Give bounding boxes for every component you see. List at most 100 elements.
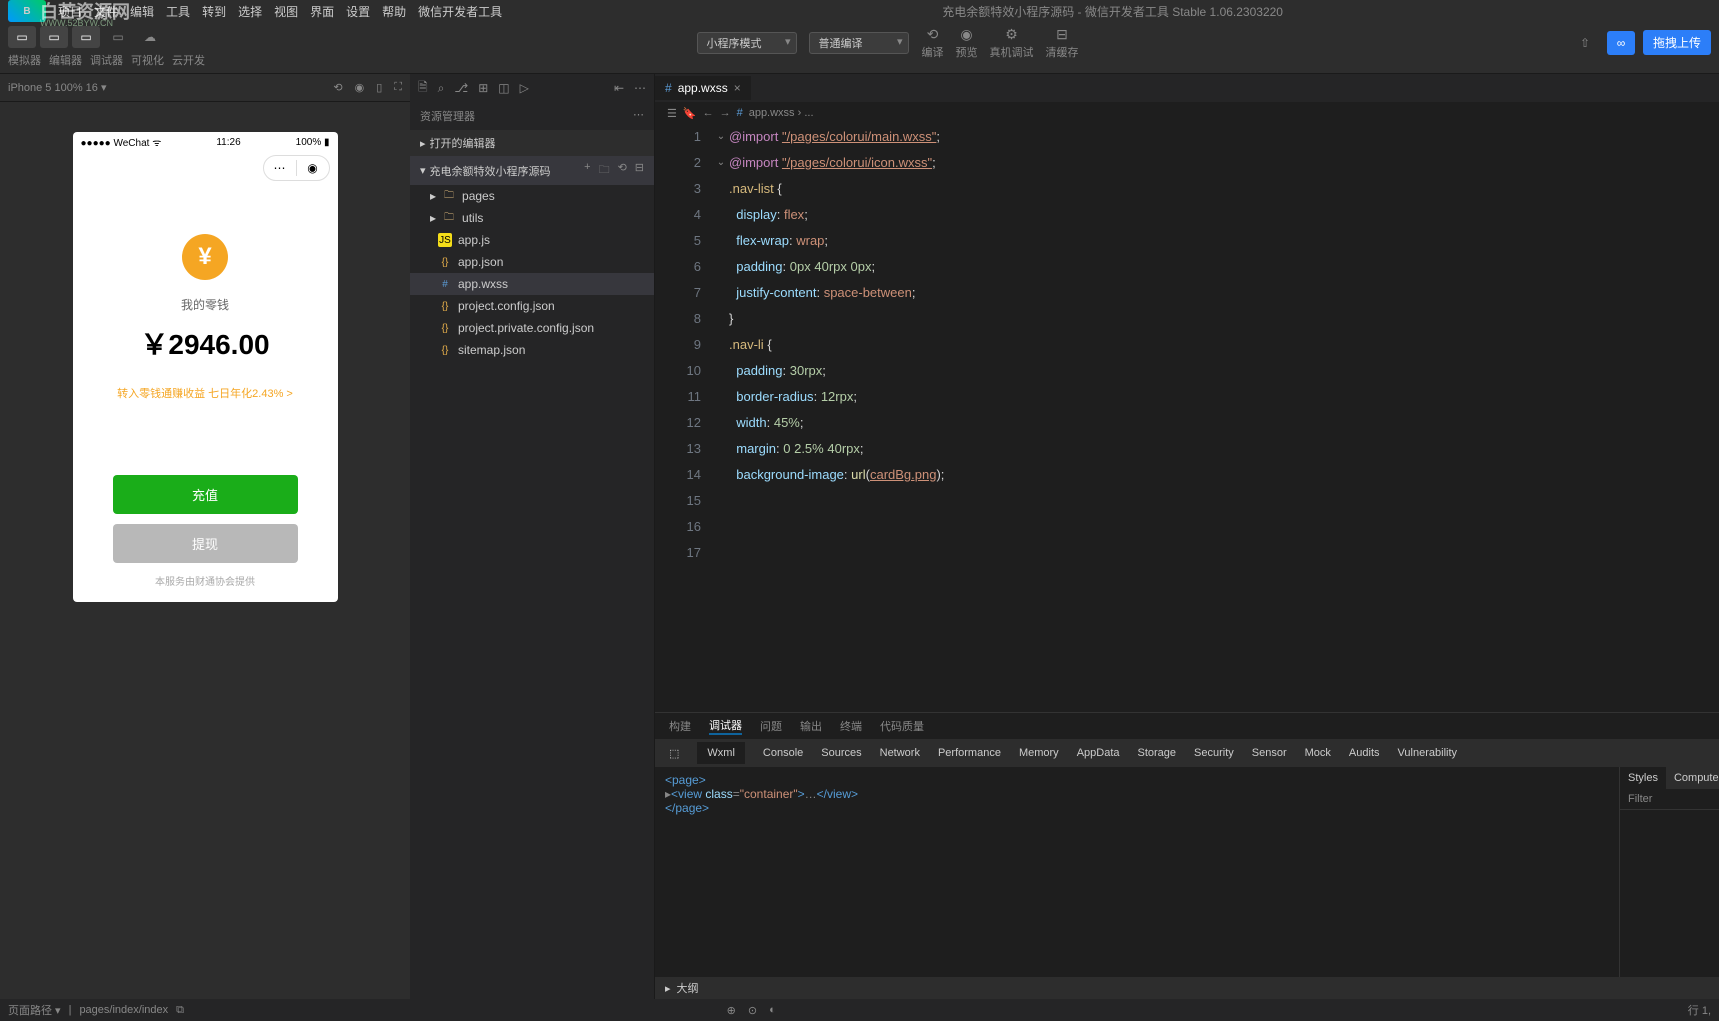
menu-文件[interactable]: 文件 bbox=[94, 3, 118, 20]
devtools-tab-Storage[interactable]: Storage bbox=[1138, 747, 1177, 759]
explorer-branch-icon[interactable]: ⎇ bbox=[454, 81, 468, 95]
explorer-collapse-icon[interactable]: ⇤ bbox=[614, 81, 624, 95]
debug-tab-调试器[interactable]: 调试器 bbox=[709, 717, 742, 735]
page-path-label[interactable]: 页面路径 ▾ bbox=[8, 1002, 61, 1018]
explorer-debug-icon[interactable]: ▷ bbox=[520, 81, 529, 95]
copy-path-icon[interactable]: ⧉ bbox=[176, 1004, 184, 1017]
tree-item-project.config.json[interactable]: {}project.config.json bbox=[410, 295, 654, 317]
menu-转到[interactable]: 转到 bbox=[202, 3, 226, 20]
devtools-tab-Audits[interactable]: Audits bbox=[1349, 747, 1380, 759]
cloud-icon[interactable]: ∞ bbox=[1607, 31, 1635, 55]
capsule-more-icon[interactable]: ⋯ bbox=[264, 161, 296, 175]
devtools-tab-AppData[interactable]: AppData bbox=[1077, 747, 1120, 759]
new-file-icon[interactable]: + bbox=[584, 161, 590, 180]
devtools-tab-Performance[interactable]: Performance bbox=[938, 747, 1001, 759]
recharge-button[interactable]: 充值 bbox=[113, 475, 298, 514]
sim-expand-icon[interactable]: ⛶ bbox=[394, 81, 402, 94]
cloud-dev-toggle[interactable]: ☁ bbox=[136, 26, 164, 48]
status-icon-1[interactable]: ⊕ bbox=[727, 1004, 736, 1017]
collapse-all-icon[interactable]: ⊟ bbox=[635, 161, 644, 180]
explorer-ext-icon[interactable]: ⊞ bbox=[478, 81, 488, 95]
menu-设置[interactable]: 设置 bbox=[346, 3, 370, 20]
menu-项目[interactable]: 项目 bbox=[58, 3, 82, 20]
code-editor[interactable]: @import "/pages/colorui/main.wxss";@impo… bbox=[729, 124, 1719, 712]
devtools-tab-Network[interactable]: Network bbox=[880, 747, 920, 759]
compile-button[interactable]: ⟲编译 bbox=[921, 26, 943, 60]
open-editors-section[interactable]: ▸打开的编辑器 bbox=[410, 130, 654, 156]
tree-item-utils[interactable]: ▸🗀utils bbox=[410, 207, 654, 229]
capsule-menu[interactable]: ⋯ ◉ bbox=[263, 155, 330, 181]
outline-bar[interactable]: ▸大纲 bbox=[655, 977, 1719, 999]
debug-tab-问题[interactable]: 问题 bbox=[760, 718, 782, 734]
new-folder-icon[interactable]: 🗀 bbox=[599, 161, 610, 180]
explorer-db-icon[interactable]: ◫ bbox=[498, 81, 509, 95]
tree-item-pages[interactable]: ▸🗀pages bbox=[410, 185, 654, 207]
tree-item-app.json[interactable]: {}app.json bbox=[410, 251, 654, 273]
compile-select[interactable]: 普通编译 bbox=[809, 32, 909, 54]
sim-refresh-icon[interactable]: ⟲ bbox=[333, 81, 342, 94]
styles-tab[interactable]: Styles bbox=[1620, 767, 1666, 789]
status-icon-2[interactable]: ⊙ bbox=[748, 1004, 757, 1017]
sim-record-icon[interactable]: ◉ bbox=[355, 81, 365, 94]
clear-cache-button[interactable]: ⊟清缓存 bbox=[1045, 26, 1078, 60]
toggle-panel-icon[interactable]: ☰ bbox=[667, 107, 677, 120]
devtools-tab-Mock[interactable]: Mock bbox=[1305, 747, 1331, 759]
devtools-tab-Console[interactable]: Console bbox=[763, 747, 803, 759]
device-selector[interactable]: iPhone 5 100% 16 ▾ bbox=[8, 81, 106, 94]
debug-tab-输出[interactable]: 输出 bbox=[800, 718, 822, 734]
explorer-search-icon[interactable]: ⌕ bbox=[438, 81, 445, 96]
tree-item-app.wxss[interactable]: #app.wxss bbox=[410, 273, 654, 295]
menu-视图[interactable]: 视图 bbox=[274, 3, 298, 20]
menu-帮助[interactable]: 帮助 bbox=[382, 3, 406, 20]
refresh-icon[interactable]: ⟲ bbox=[618, 161, 627, 180]
remote-debug-button[interactable]: ⚙真机调试 bbox=[989, 26, 1033, 60]
explorer-files-icon[interactable]: 🗎 bbox=[418, 78, 428, 99]
tree-item-sitemap.json[interactable]: {}sitemap.json bbox=[410, 339, 654, 361]
breadcrumb[interactable]: ☰ 🔖 ← → # app.wxss › ... bbox=[655, 102, 1719, 124]
menu-微信开发者工具[interactable]: 微信开发者工具 bbox=[418, 3, 502, 20]
menu-编辑[interactable]: 编辑 bbox=[130, 3, 154, 20]
debug-tab-构建[interactable]: 构建 bbox=[669, 718, 691, 734]
toolbar-label: 编辑器 bbox=[49, 52, 82, 68]
tree-item-project.private.config.json[interactable]: {}project.private.config.json bbox=[410, 317, 654, 339]
explorer-menu-icon[interactable]: ⋯ bbox=[633, 108, 644, 124]
project-section[interactable]: ▾充电余额特效小程序源码 + 🗀 ⟲ ⊟ bbox=[410, 156, 654, 185]
devtools-tab-Vulnerability[interactable]: Vulnerability bbox=[1398, 747, 1458, 759]
devtools-tab-Sources[interactable]: Sources bbox=[821, 747, 861, 759]
devtools-tab-Sensor[interactable]: Sensor bbox=[1252, 747, 1287, 759]
back-icon[interactable]: ← bbox=[703, 107, 714, 119]
explorer-title: 资源管理器 bbox=[420, 108, 475, 124]
editor-toggle[interactable]: ▭ bbox=[40, 26, 68, 48]
close-tab-icon[interactable]: × bbox=[734, 81, 741, 95]
inspect-icon[interactable]: ⬚ bbox=[669, 747, 679, 760]
menu-选择[interactable]: 选择 bbox=[238, 3, 262, 20]
menu-工具[interactable]: 工具 bbox=[166, 3, 190, 20]
preview-button[interactable]: ◉预览 bbox=[955, 26, 977, 60]
sim-device-icon[interactable]: ▯ bbox=[376, 81, 382, 94]
visual-toggle[interactable]: ▭ bbox=[104, 26, 132, 48]
bookmark-icon[interactable]: 🔖 bbox=[683, 107, 697, 120]
styles-filter[interactable]: Filter bbox=[1620, 789, 1719, 810]
editor-tab-appwxss[interactable]: # app.wxss × bbox=[655, 76, 751, 100]
simulator-toggle[interactable]: ▭ bbox=[8, 26, 36, 48]
mode-select[interactable]: 小程序模式 bbox=[697, 32, 797, 54]
page-path[interactable]: pages/index/index bbox=[79, 1004, 168, 1016]
status-icon-3[interactable]: ◐ bbox=[769, 1004, 776, 1016]
debug-tab-终端[interactable]: 终端 bbox=[840, 718, 862, 734]
upload-icon[interactable]: ⇧ bbox=[1571, 32, 1599, 54]
debugger-toggle[interactable]: ▭ bbox=[72, 26, 100, 48]
debug-tab-代码质量[interactable]: 代码质量 bbox=[880, 718, 924, 734]
devtools-tab-Memory[interactable]: Memory bbox=[1019, 747, 1059, 759]
devtools-tab-Security[interactable]: Security bbox=[1194, 747, 1234, 759]
forward-icon[interactable]: → bbox=[720, 107, 731, 119]
computed-tab[interactable]: Computed bbox=[1666, 767, 1719, 789]
explorer-more-icon[interactable]: ⋯ bbox=[634, 81, 646, 95]
wxml-inspector[interactable]: <page> ▸<view class="container">…</view>… bbox=[655, 767, 1619, 977]
drag-upload-button[interactable]: 拖拽上传 bbox=[1643, 30, 1711, 55]
menu-界面[interactable]: 界面 bbox=[310, 3, 334, 20]
wallet-tip[interactable]: 转入零钱通赚收益 七日年化2.43% > bbox=[117, 385, 293, 401]
devtools-tab-Wxml[interactable]: Wxml bbox=[697, 742, 745, 764]
withdraw-button[interactable]: 提现 bbox=[113, 524, 298, 563]
capsule-close-icon[interactable]: ◉ bbox=[297, 161, 329, 175]
tree-item-app.js[interactable]: JSapp.js bbox=[410, 229, 654, 251]
